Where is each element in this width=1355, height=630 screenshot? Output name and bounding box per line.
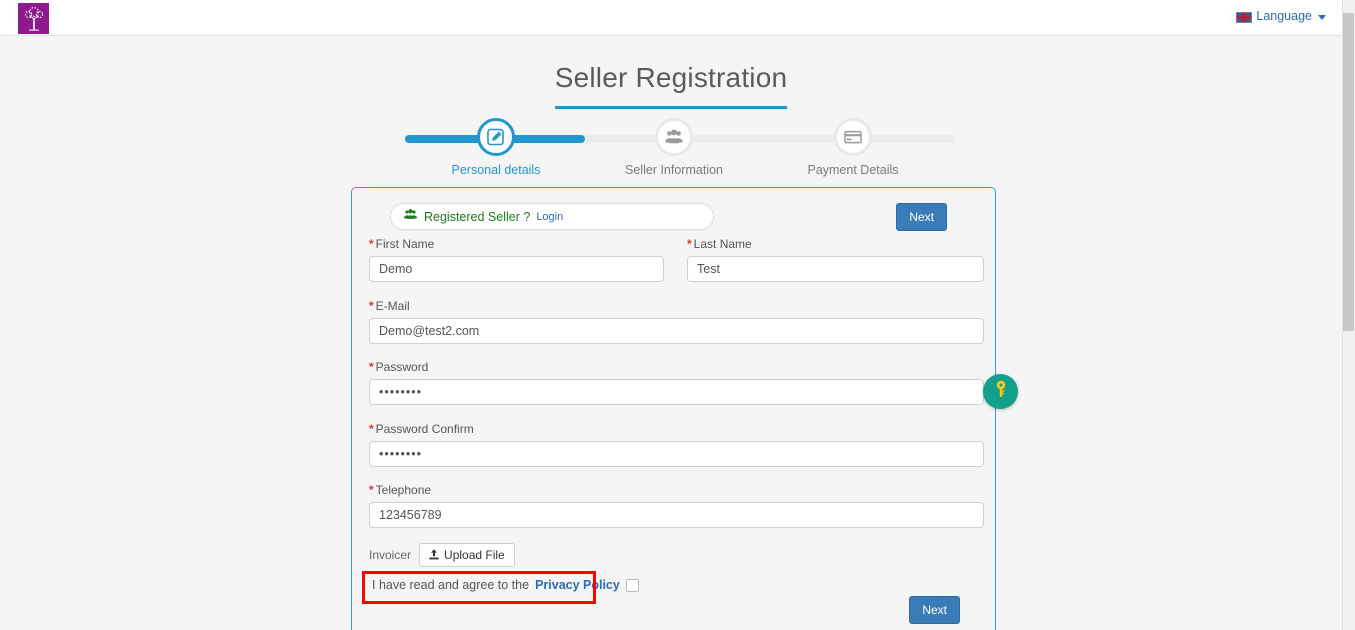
invoicer-label: Invoicer [369,548,412,562]
stepper-step-seller-information[interactable]: Seller Information [614,118,734,177]
telephone-label-text: Telephone [375,483,432,497]
first-name-label: * First Name [369,237,664,251]
registration-stepper: Personal details Seller Information Paym… [405,118,955,186]
required-marker: * [369,237,374,251]
invoicer-row: Invoicer Upload File [369,543,515,567]
upload-file-label: Upload File [444,548,505,562]
page-title-wrap: Seller Registration [0,62,1342,109]
top-bar: Language [0,0,1342,36]
email-input[interactable] [369,318,984,344]
stepper-bubble-2 [655,118,693,156]
field-group-password-confirm: * Password Confirm [369,422,984,467]
tree-logo-icon [23,6,45,31]
registered-seller-banner[interactable]: Registered Seller ? Login [390,203,714,230]
stepper-step-payment-details[interactable]: Payment Details [793,118,913,177]
required-marker: * [369,299,374,313]
users-group-icon [403,208,418,226]
registered-seller-text: Registered Seller ? [424,209,531,224]
required-marker: * [369,422,374,436]
upload-file-button[interactable]: Upload File [419,543,515,567]
last-name-input[interactable] [687,256,984,282]
next-button-bottom[interactable]: Next [909,596,960,625]
uk-flag-icon [1236,11,1253,23]
site-logo[interactable] [18,3,49,34]
field-group-telephone: * Telephone [369,483,984,528]
registration-form-card: Registered Seller ? Login Next * First Na… [351,187,996,630]
password-label-text: Password [375,360,429,374]
users-group-icon [664,127,684,147]
first-name-input[interactable] [369,256,664,282]
telephone-label: * Telephone [369,483,984,497]
password-confirm-label: * Password Confirm [369,422,984,436]
last-name-label: * Last Name [687,237,984,251]
password-confirm-label-text: Password Confirm [375,422,474,436]
stepper-label-3: Payment Details [807,163,899,177]
required-marker: * [369,483,374,497]
next-button-top[interactable]: Next [896,203,947,232]
stepper-bubble-1 [477,118,515,156]
stepper-bubble-3 [834,118,872,156]
page-scrollbar-track[interactable] [1342,0,1355,630]
privacy-agreement-row: I have read and agree to the Privacy Pol… [364,568,647,602]
edit-pencil-icon [486,127,506,147]
login-link[interactable]: Login [536,211,563,223]
credit-card-icon [843,127,863,147]
privacy-agreement-checkbox[interactable] [625,578,639,592]
email-label-text: E-Mail [375,299,410,313]
app-root: Language Seller Registration Personal de… [0,0,1355,630]
required-marker: * [369,360,374,374]
field-group-email: * E-Mail [369,299,984,344]
stepper-label-2: Seller Information [625,163,723,177]
scrollbar-up-arrow[interactable] [1343,0,1354,13]
password-manager-key-badge[interactable] [983,374,1018,409]
agreement-text: I have read and agree to the [372,578,530,592]
field-group-last-name: * Last Name [687,237,984,282]
upload-icon [429,549,439,561]
password-input[interactable] [369,379,984,405]
chevron-down-icon [1318,14,1326,20]
last-name-label-text: Last Name [693,237,752,251]
stepper-label-1: Personal details [451,163,541,177]
stepper-step-personal-details[interactable]: Personal details [436,118,556,177]
field-group-first-name: * First Name [369,237,664,282]
password-confirm-input[interactable] [369,441,984,467]
first-name-label-text: First Name [375,237,435,251]
language-label: Language [1256,9,1312,23]
page-title: Seller Registration [554,62,788,109]
required-marker: * [687,237,692,251]
key-icon [993,380,1009,403]
email-label: * E-Mail [369,299,984,313]
telephone-input[interactable] [369,502,984,528]
page-scrollbar-thumb[interactable] [1343,13,1354,331]
privacy-policy-link[interactable]: Privacy Policy [535,578,620,592]
password-label: * Password [369,360,984,374]
field-group-password: * Password [369,360,984,405]
language-selector[interactable]: Language [1236,9,1326,23]
